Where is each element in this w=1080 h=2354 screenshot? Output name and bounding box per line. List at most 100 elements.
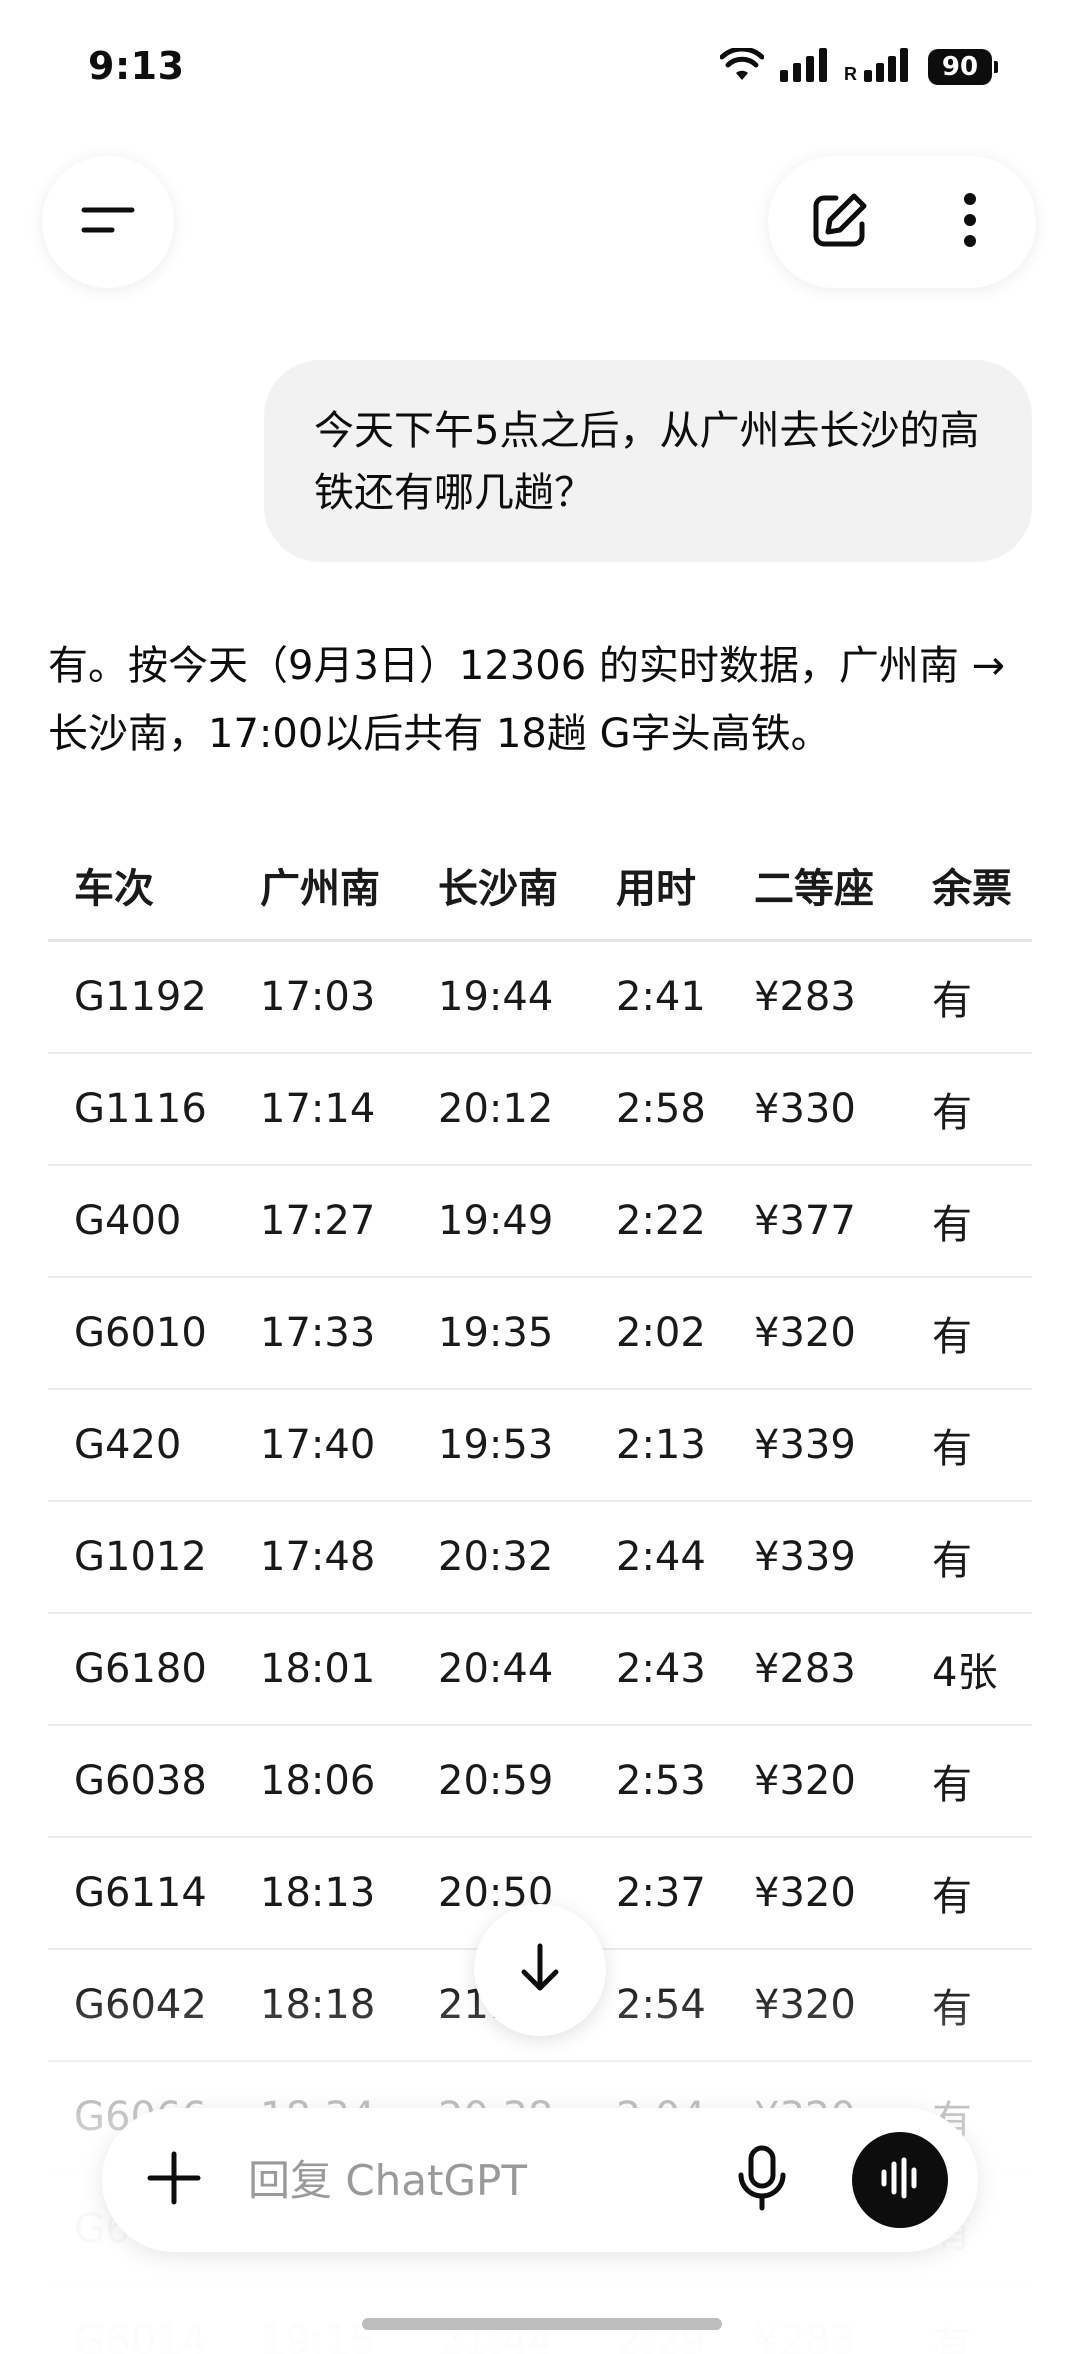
table-row: G1192 17:03 19:44 2:41 ¥283 有 <box>48 942 1032 1054</box>
header-arrive: 长沙南 <box>438 865 558 912</box>
cell-duration: 2:13 <box>616 1422 706 1468</box>
cell-second-class: ¥320 <box>754 1982 856 2028</box>
header-actions <box>768 156 1036 288</box>
cell-arrive: 19:53 <box>438 1422 554 1468</box>
status-bar: 9:13 R 90 <box>0 0 1080 140</box>
cell-depart: 18:01 <box>260 1646 376 1692</box>
table-row: G6010 17:33 19:35 2:02 ¥320 有 <box>48 1278 1032 1390</box>
cell-second-class: ¥330 <box>754 1086 856 1132</box>
assistant-message: 有。按今天（9月3日）12306 的实时数据，广州南 → 长沙南，17:00以后… <box>48 643 1006 757</box>
cell-second-class: ¥283 <box>754 2318 856 2354</box>
menu-icon <box>80 202 136 242</box>
voice-mode-button[interactable] <box>852 2132 948 2228</box>
cell-arrive: 19:49 <box>438 1198 554 1244</box>
cell-depart: 17:48 <box>260 1534 376 1580</box>
user-message: 今天下午5点之后，从广州去长沙的高铁还有哪几趟？ <box>264 360 1032 562</box>
header-train-no: 车次 <box>74 865 154 912</box>
cell-arrive: 19:35 <box>438 1310 554 1356</box>
cell-depart: 18:06 <box>260 1758 376 1804</box>
cell-duration: 2:43 <box>616 1646 706 1692</box>
cell-depart: 17:40 <box>260 1422 376 1468</box>
more-vertical-icon <box>962 191 978 253</box>
table-row: G6180 18:01 20:44 2:43 ¥283 4张 <box>48 1614 1032 1726</box>
cell-tickets: 有 <box>932 978 972 1024</box>
cell-duration: 2:54 <box>616 1982 706 2028</box>
cell-arrive: 20:59 <box>438 1758 554 1804</box>
scroll-to-bottom-button[interactable] <box>474 1904 606 2036</box>
attach-button[interactable] <box>138 2144 210 2216</box>
cell-train-no: G1116 <box>74 1086 207 1132</box>
cell-train-no: G1012 <box>74 1534 207 1580</box>
home-indicator <box>362 2318 722 2330</box>
microphone-icon <box>736 2145 788 2215</box>
cell-tickets: 有 <box>932 1314 972 1360</box>
cell-depart: 17:03 <box>260 974 376 1020</box>
cell-tickets: 有 <box>932 1762 972 1808</box>
cell-duration: 2:58 <box>616 1086 706 1132</box>
cell-second-class: ¥283 <box>754 974 856 1020</box>
cell-arrive: 19:44 <box>438 974 554 1020</box>
header-depart: 广州南 <box>260 865 380 912</box>
cell-tickets: 有 <box>932 1874 972 1920</box>
cell-tickets: 有 <box>932 1986 972 2032</box>
cell-train-no: G6114 <box>74 1870 207 1916</box>
cell-second-class: ¥320 <box>754 1310 856 1356</box>
cell-duration: 2:41 <box>616 974 706 1020</box>
status-time: 9:13 <box>88 44 185 88</box>
cell-train-no: G1192 <box>74 974 207 1020</box>
cell-tickets: 有 <box>932 1202 972 1248</box>
cell-arrive: 20:12 <box>438 1086 554 1132</box>
cell-tickets: 有 <box>932 2322 972 2354</box>
cell-second-class: ¥320 <box>754 1758 856 1804</box>
composer <box>102 2108 978 2252</box>
svg-text:R: R <box>844 64 857 82</box>
cell-train-no: G6010 <box>74 1310 207 1356</box>
wifi-icon <box>719 46 765 86</box>
cell-tickets: 有 <box>932 1538 972 1584</box>
cell-arrive: 20:44 <box>438 1646 554 1692</box>
dictation-button[interactable] <box>720 2138 804 2222</box>
cell-duration: 2:02 <box>616 1310 706 1356</box>
new-chat-button[interactable] <box>804 186 876 258</box>
cell-train-no: G400 <box>74 1198 182 1244</box>
header-second-class: 二等座 <box>754 865 874 912</box>
signal-icon <box>780 48 828 86</box>
cell-depart: 17:14 <box>260 1086 376 1132</box>
cell-depart: 19:15 <box>260 2318 376 2354</box>
cell-train-no: G6038 <box>74 1758 207 1804</box>
cell-train-no: G6042 <box>74 1982 207 2028</box>
cell-depart: 18:18 <box>260 1982 376 2028</box>
battery-icon: 90 <box>928 49 998 85</box>
table-header: 车次 广州南 长沙南 用时 二等座 余票 <box>48 830 1032 942</box>
cell-depart: 18:13 <box>260 1870 376 1916</box>
more-options-button[interactable] <box>934 186 1006 258</box>
table-row: G1116 17:14 20:12 2:58 ¥330 有 <box>48 1054 1032 1166</box>
battery-level: 90 <box>928 49 992 85</box>
cell-second-class: ¥339 <box>754 1534 856 1580</box>
cell-train-no: G420 <box>74 1422 182 1468</box>
voice-mode-icon <box>878 2156 922 2204</box>
new-chat-edit-icon <box>810 190 870 254</box>
cell-tickets: 有 <box>932 1090 972 1136</box>
cell-duration: 2:44 <box>616 1534 706 1580</box>
message-input[interactable] <box>248 2144 688 2216</box>
cell-duration: 2:22 <box>616 1198 706 1244</box>
cell-duration: 2:37 <box>616 1870 706 1916</box>
table-row: G1012 17:48 20:32 2:44 ¥339 有 <box>48 1502 1032 1614</box>
table-row: G400 17:27 19:49 2:22 ¥377 有 <box>48 1166 1032 1278</box>
cell-train-no: G6180 <box>74 1646 207 1692</box>
roaming-signal-icon: R <box>844 48 912 86</box>
cell-duration: 2:53 <box>616 1758 706 1804</box>
cell-tickets: 有 <box>932 1426 972 1472</box>
table-row: G6038 18:06 20:59 2:53 ¥320 有 <box>48 1726 1032 1838</box>
table-row: G420 17:40 19:53 2:13 ¥339 有 <box>48 1390 1032 1502</box>
arrow-down-icon <box>512 1940 568 2000</box>
cell-depart: 17:33 <box>260 1310 376 1356</box>
cell-train-no: G6014 <box>74 2318 207 2354</box>
cell-second-class: ¥377 <box>754 1198 856 1244</box>
cell-tickets: 4张 <box>932 1650 998 1696</box>
status-icons: R 90 <box>719 46 998 86</box>
header-duration: 用时 <box>616 865 696 912</box>
menu-button[interactable] <box>42 156 174 288</box>
header-tickets: 余票 <box>932 865 1012 912</box>
